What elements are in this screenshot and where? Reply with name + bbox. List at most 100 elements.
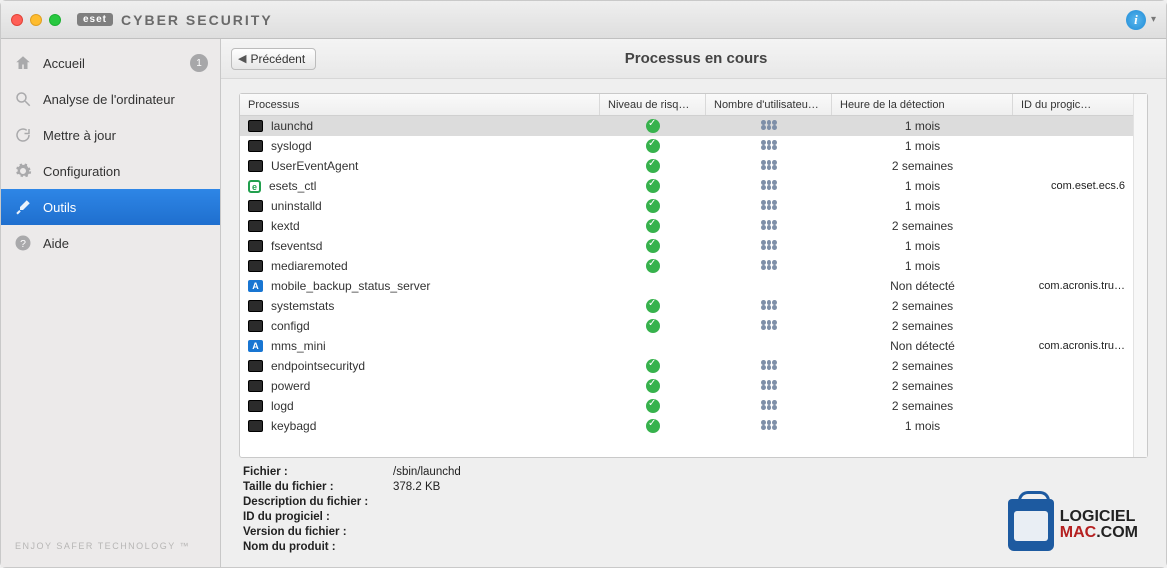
detail-value-file: /sbin/launchd [393,466,461,478]
minimize-button[interactable] [30,14,42,26]
table-row[interactable]: powerd2 semaines [240,376,1133,396]
detail-value-prod [393,541,461,553]
search-icon [13,89,33,109]
process-name: mediaremoted [271,259,348,273]
table-row[interactable]: kextd 2 semaines [240,216,1133,236]
sidebar-item-tools[interactable]: Outils [1,189,220,225]
process-name: mms_mini [271,339,326,353]
detail-label-ver: Version du fichier : [243,526,393,538]
process-table: Processus Niveau de risq… Nombre d'utili… [239,93,1148,458]
col-risk[interactable]: Niveau de risq… [600,94,706,115]
detail-label-prod: Nom du produit : [243,541,393,553]
eset-icon: e [248,180,261,193]
terminal-icon [248,320,263,332]
sidebar-item-help[interactable]: ?Aide [1,225,220,261]
process-name: mobile_backup_status_server [271,279,430,293]
titlebar: eset CYBER SECURITY i ▾ [1,1,1166,39]
detection-time: Non détecté [832,339,1013,353]
process-name: syslogd [271,139,312,153]
back-button[interactable]: ◀ Précédent [231,48,316,70]
users-icon [761,360,777,372]
zoom-button[interactable] [49,14,61,26]
table-row[interactable]: systemstats2 semaines [240,296,1133,316]
col-users[interactable]: Nombre d'utilisateu… [706,94,832,115]
col-id[interactable]: ID du progic… [1013,94,1133,115]
table-row[interactable]: Amms_miniNon détectécom.acronis.tru… [240,336,1133,356]
process-name: esets_ctl [269,179,316,193]
check-icon [646,199,660,213]
bundle-id: com.acronis.tru… [1013,280,1133,292]
chevron-down-icon[interactable]: ▾ [1151,14,1156,25]
process-name: kextd [271,219,300,233]
terminal-icon [248,260,263,272]
sidebar-item-search[interactable]: Analyse de l'ordinateur [1,81,220,117]
sidebar-item-refresh[interactable]: Mettre à jour [1,117,220,153]
table-row[interactable]: fseventsd1 mois [240,236,1133,256]
detail-label-size: Taille du fichier : [243,481,393,493]
users-icon [761,200,777,212]
sidebar-item-label: Mettre à jour [43,128,116,143]
detection-time: 1 mois [832,419,1013,433]
sidebar-item-home[interactable]: Accueil1 [1,45,220,81]
col-process[interactable]: Processus [240,94,600,115]
sidebar-item-label: Configuration [43,164,120,179]
sidebar-item-gear[interactable]: Configuration [1,153,220,189]
table-row[interactable]: UserEventAgent2 semaines [240,156,1133,176]
window-controls [11,14,61,26]
gear-icon [13,161,33,181]
table-row[interactable]: endpointsecurityd2 semaines [240,356,1133,376]
users-icon [761,240,777,252]
table-row[interactable]: logd2 semaines [240,396,1133,416]
app-window: eset CYBER SECURITY i ▾ Accueil1Analyse … [0,0,1167,568]
watermark-line2b: .COM [1096,524,1138,541]
terminal-icon [248,140,263,152]
toolbar: ◀ Précédent Processus en cours [221,39,1166,79]
table-row[interactable]: launchd1 mois [240,116,1133,136]
table-row[interactable]: mediaremoted 1 mois [240,256,1133,276]
table-row[interactable]: e esets_ctl 1 moiscom.eset.ecs.6 [240,176,1133,196]
process-name: endpointsecurityd [271,359,365,373]
sidebar-slogan: ENJOY SAFER TECHNOLOGY ™ [1,525,220,567]
acronis-icon: A [248,280,263,292]
process-name: keybagd [271,419,316,433]
users-icon [761,420,777,432]
detection-time: 1 mois [832,179,1013,193]
check-icon [646,179,660,193]
bundle-id: com.eset.ecs.6 [1013,180,1133,192]
col-time[interactable]: Heure de la détection [832,94,1013,115]
detection-time: 2 semaines [832,379,1013,393]
scrollbar[interactable] [1133,94,1147,457]
detection-time: 2 semaines [832,219,1013,233]
detail-label-pid: ID du progiciel : [243,511,393,523]
detail-label-file: Fichier : [243,466,393,478]
table-row[interactable]: syslogd 1 mois [240,136,1133,156]
terminal-icon [248,120,263,132]
users-icon [761,120,777,132]
process-name: launchd [271,119,313,133]
check-icon [646,219,660,233]
table-row[interactable]: uninstalld1 mois [240,196,1133,216]
detection-time: 1 mois [832,259,1013,273]
table-row[interactable]: keybagd 1 mois [240,416,1133,436]
close-button[interactable] [11,14,23,26]
check-icon [646,139,660,153]
table-body[interactable]: launchd1 moissyslogd1 moisUserEventAgent… [240,116,1133,457]
users-icon [761,400,777,412]
brand-badge: eset [77,13,113,26]
chevron-left-icon: ◀ [238,52,246,65]
info-icon[interactable]: i [1126,10,1146,30]
watermark-line1: LOGICIEL [1060,509,1138,525]
detail-value-pid [393,511,461,523]
users-icon [761,320,777,332]
detection-time: 2 semaines [832,299,1013,313]
detection-time: 1 mois [832,139,1013,153]
check-icon [646,359,660,373]
home-icon [13,53,33,73]
terminal-icon [248,420,263,432]
users-icon [761,300,777,312]
table-row[interactable]: configd2 semaines [240,316,1133,336]
main-panel: ◀ Précédent Processus en cours Processus… [221,39,1166,567]
table-row[interactable]: Amobile_backup_status_server Non détectéc… [240,276,1133,296]
detection-time: Non détecté [832,279,1013,293]
back-button-label: Précédent [250,52,305,66]
